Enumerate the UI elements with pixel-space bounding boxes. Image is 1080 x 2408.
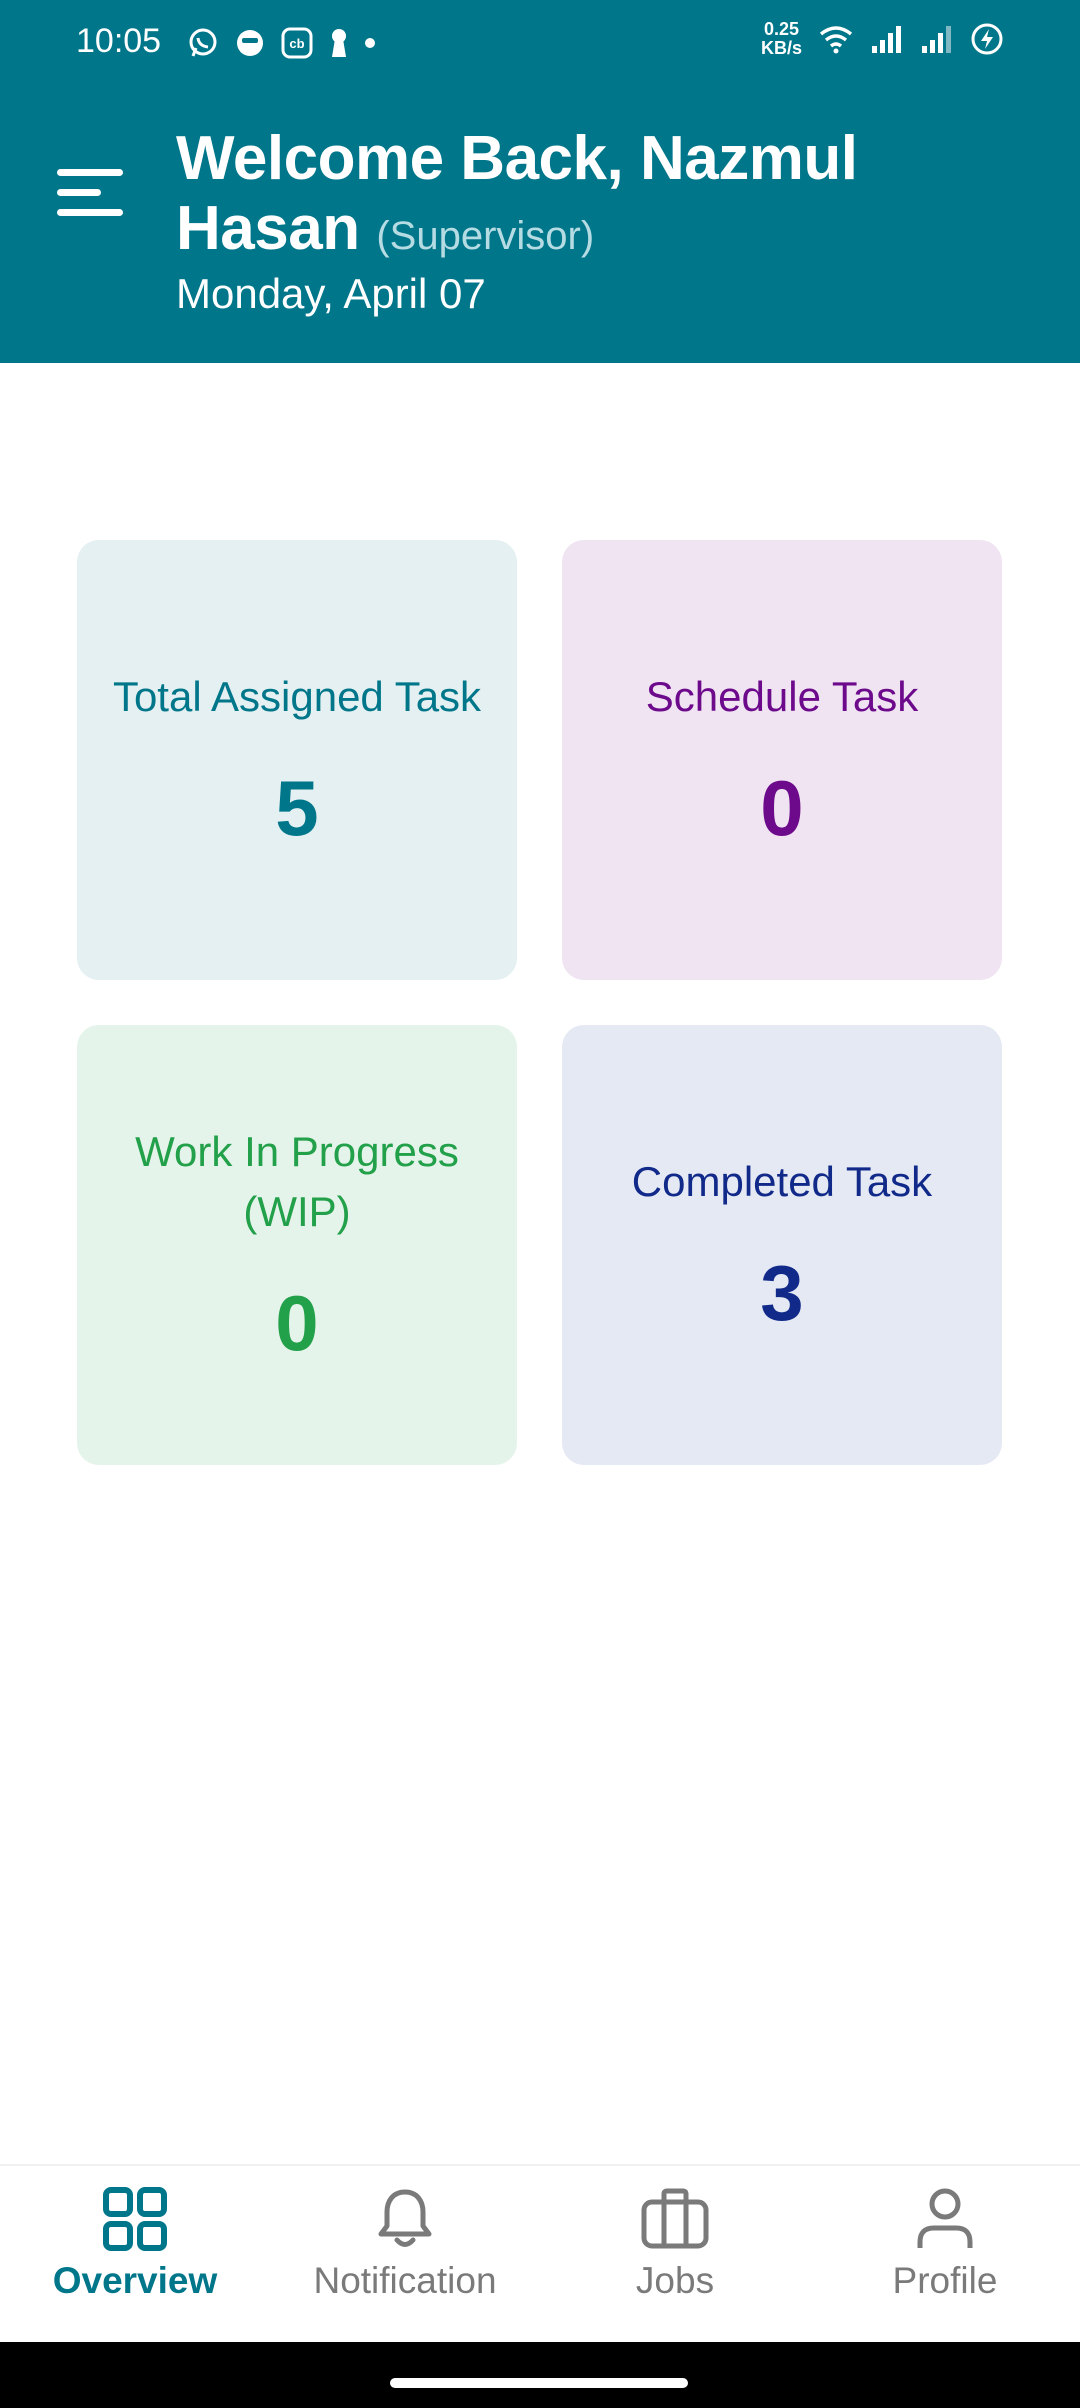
nav-item-profile[interactable]: Profile xyxy=(810,2186,1080,2336)
wifi-icon xyxy=(819,26,853,54)
card-value: 5 xyxy=(275,763,319,852)
system-navigation-bar xyxy=(0,2342,1080,2408)
status-time: 10:05 xyxy=(76,22,162,60)
signal-icon xyxy=(872,26,901,53)
messenger-icon xyxy=(237,30,263,56)
app-header: 10:05 cb 0.25 KB/s Welcome Back, Nazmul … xyxy=(0,0,1080,363)
grid-icon xyxy=(103,2187,167,2251)
schedule-task-card[interactable]: Schedule Task 0 xyxy=(562,540,1002,980)
signal-icon-2 xyxy=(922,26,951,53)
card-label: Completed Task xyxy=(631,1157,933,1205)
notification-icons: cb xyxy=(186,26,376,60)
net-speed-unit: KB/s xyxy=(760,38,802,58)
whatsapp-icon xyxy=(189,28,217,57)
card-label: Work In Progress (WIP) xyxy=(135,1127,459,1235)
nav-label: Notification xyxy=(313,2260,497,2301)
status-bar: 10:05 cb 0.25 KB/s xyxy=(0,0,1080,88)
net-speed: 0.25 KB/s xyxy=(761,20,802,58)
user-role: (Supervisor) xyxy=(376,214,595,258)
current-date: Monday, April 07 xyxy=(176,270,486,317)
nav-item-notification[interactable]: Notification xyxy=(270,2186,540,2336)
net-speed-value: 0.25 xyxy=(763,19,800,39)
bottom-navigation: Overview Notification Jobs Profile xyxy=(0,2164,1080,2344)
menu-icon xyxy=(57,169,123,216)
card-value: 3 xyxy=(760,1248,804,1337)
nav-label: Jobs xyxy=(635,2260,715,2301)
battery-charging-icon xyxy=(971,23,1003,55)
bell-icon xyxy=(378,2189,432,2247)
card-label: Schedule Task xyxy=(645,672,919,720)
nav-item-overview[interactable]: Overview xyxy=(0,2186,270,2336)
person-icon xyxy=(917,2188,973,2248)
svg-text:cb: cb xyxy=(289,36,304,51)
card-value: 0 xyxy=(760,763,804,852)
work-in-progress-card[interactable]: Work In Progress (WIP) 0 xyxy=(77,1025,517,1465)
total-assigned-task-card[interactable]: Total Assigned Task 5 xyxy=(77,540,517,980)
keyhole-icon xyxy=(332,29,346,57)
completed-task-card[interactable]: Completed Task 3 xyxy=(562,1025,1002,1465)
cb-app-icon: cb xyxy=(281,27,313,59)
card-label: Total Assigned Task xyxy=(112,672,482,720)
menu-button[interactable] xyxy=(50,158,130,228)
nav-label: Profile xyxy=(892,2260,998,2301)
system-indicators: 0.25 KB/s xyxy=(761,20,1004,58)
home-indicator[interactable] xyxy=(390,2378,688,2388)
card-value: 0 xyxy=(275,1278,319,1367)
welcome-heading: Welcome Back, Nazmul Hasan (Supervisor) xyxy=(176,124,1036,271)
dot-icon xyxy=(365,38,375,48)
briefcase-icon xyxy=(641,2188,709,2249)
nav-item-jobs[interactable]: Jobs xyxy=(540,2186,810,2336)
nav-label: Overview xyxy=(52,2260,218,2301)
